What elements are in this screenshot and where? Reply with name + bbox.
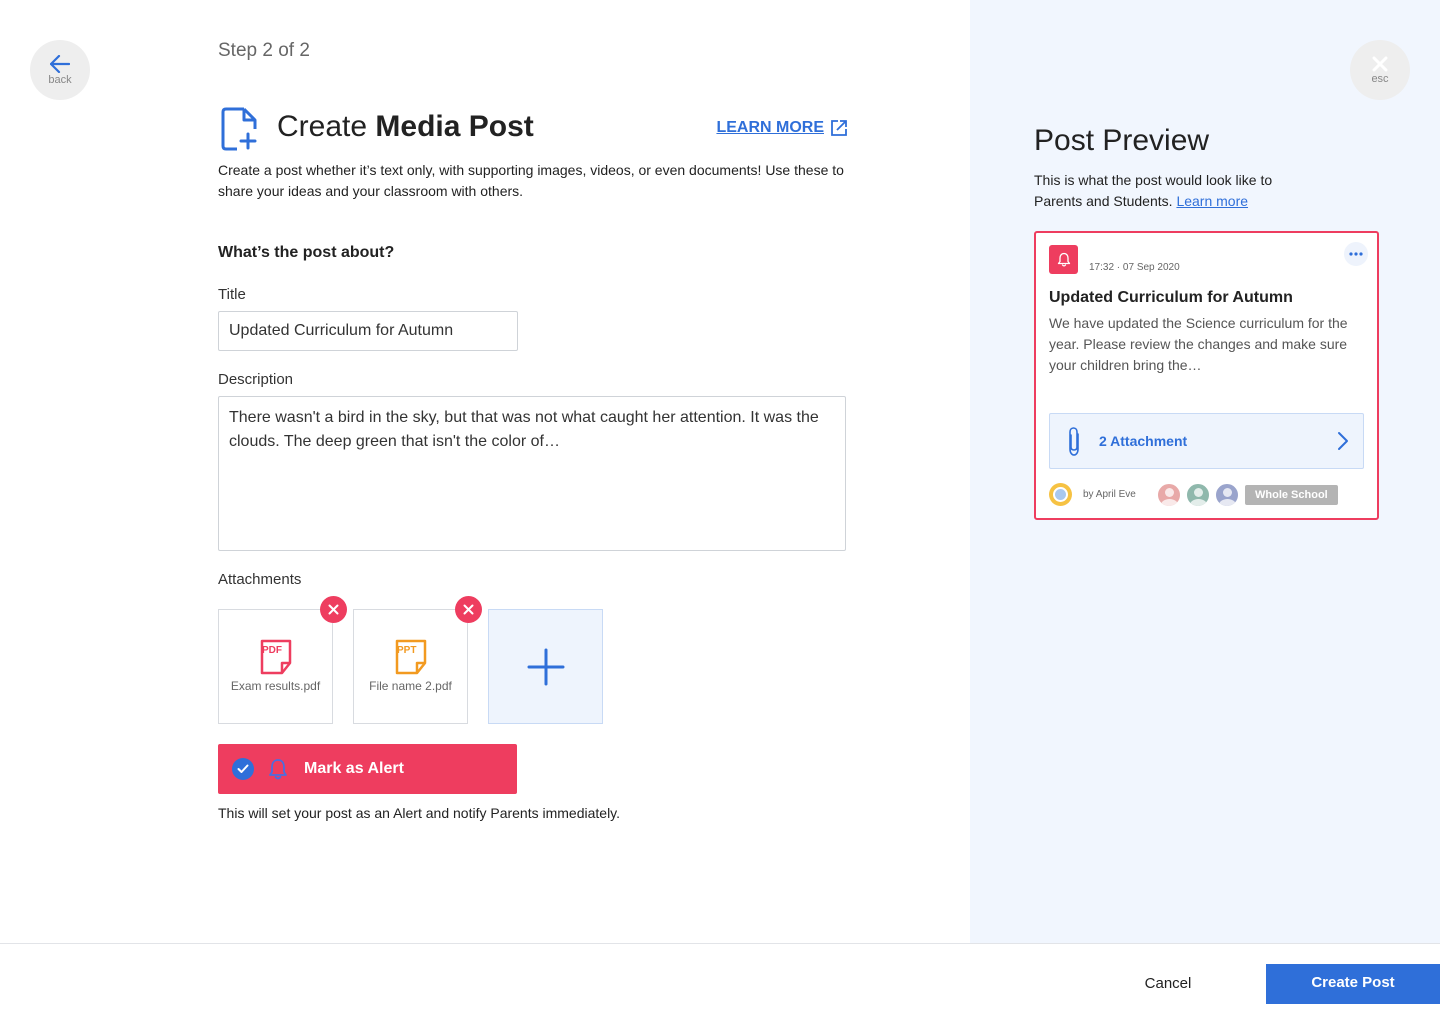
more-options-button[interactable] xyxy=(1344,242,1368,266)
post-title: Updated Curriculum for Autumn xyxy=(1049,289,1293,306)
new-document-icon xyxy=(221,107,257,151)
bell-icon xyxy=(1057,252,1070,267)
avatar xyxy=(1215,483,1239,507)
step-indicator: Step 2 of 2 xyxy=(218,40,310,61)
attachment-name: File name 2.pdf xyxy=(369,679,452,693)
pdf-file-icon: PDF xyxy=(260,639,292,675)
page-title: Create Media Post xyxy=(277,110,534,143)
description-label: Description xyxy=(218,371,294,388)
footer-bar xyxy=(0,943,1440,1024)
attachments-count: 2 Attachments xyxy=(1099,433,1187,449)
attachment-name: Exam results.pdf xyxy=(230,679,321,693)
alert-note: This will set your post as an Alert and … xyxy=(218,805,621,821)
esc-label: esc xyxy=(1371,72,1389,85)
learn-more-link[interactable]: LEARN MORE xyxy=(716,119,848,137)
avatar xyxy=(1186,483,1210,507)
cancel-button[interactable]: Cancel xyxy=(1118,964,1218,1004)
chevron-right-icon xyxy=(1338,432,1348,450)
preview-subtitle: This is what the post would look like to… xyxy=(1034,170,1314,212)
title-label: Title xyxy=(218,286,246,303)
external-link-icon xyxy=(831,120,847,136)
add-attachment-button[interactable] xyxy=(488,609,603,724)
svg-text:PPT: PPT xyxy=(397,645,416,656)
attachments-label: Attachments xyxy=(218,571,302,588)
preview-learn-more-link[interactable]: Learn more xyxy=(1176,193,1248,209)
paperclip-icon xyxy=(1069,427,1079,456)
post-preview-card: 17:32 · 07 Sep 2020 Updated Curriculum f… xyxy=(1034,231,1379,520)
avatar xyxy=(1157,483,1181,507)
back-button[interactable]: back xyxy=(30,40,90,100)
post-body: We have updated the Science curriculum f… xyxy=(1049,315,1348,373)
attachment-tile[interactable]: PPT File name 2.pdf xyxy=(353,609,468,724)
close-icon xyxy=(463,604,474,615)
create-post-button[interactable]: Create Post xyxy=(1266,964,1440,1004)
form-panel: back Step 2 of 2 Create Media Post LEARN… xyxy=(0,0,970,943)
ppt-file-icon: PPT xyxy=(395,639,427,675)
intro-text: Create a post whether it’s text only, wi… xyxy=(218,162,844,199)
learn-more-label: LEARN MORE xyxy=(716,119,824,136)
author-name: by April Eve xyxy=(1083,489,1136,500)
more-horizontal-icon xyxy=(1349,252,1363,256)
attachment-tile[interactable]: PDF Exam results.pdf xyxy=(218,609,333,724)
plus-icon xyxy=(527,648,564,685)
author-avatar xyxy=(1049,483,1072,506)
svg-text:PDF: PDF xyxy=(262,645,282,656)
page-header: Create Media Post LEARN MORE xyxy=(218,105,848,151)
close-icon xyxy=(328,604,339,615)
close-icon xyxy=(1372,56,1388,71)
preview-panel: esc Post Preview This is what the post w… xyxy=(970,0,1440,943)
mark-as-alert-toggle[interactable]: Mark as Alert xyxy=(218,744,517,794)
remove-attachment-button[interactable] xyxy=(320,596,347,623)
arrow-left-icon xyxy=(50,54,70,73)
back-label: back xyxy=(48,73,72,86)
title-input[interactable]: Updated Curriculum for Autumn xyxy=(218,311,518,351)
remove-attachment-button[interactable] xyxy=(455,596,482,623)
preview-title: Post Preview xyxy=(1034,124,1210,157)
checkbox-checked-icon xyxy=(232,758,254,780)
section-heading: What’s the post about? xyxy=(218,244,395,261)
description-textarea[interactable]: There wasn't a bird in the sky, but that… xyxy=(218,396,846,551)
bell-icon xyxy=(269,759,287,780)
alert-badge xyxy=(1049,245,1078,274)
audience-badge: Whole School xyxy=(1245,485,1338,505)
post-attachments-button[interactable]: 2 Attachments xyxy=(1049,413,1364,469)
alert-label: Mark as Alert xyxy=(304,760,404,777)
close-button[interactable]: esc xyxy=(1350,40,1410,100)
post-timestamp: 17:32 · 07 Sep 2020 xyxy=(1089,262,1180,273)
post-footer: by April Eve Whole School xyxy=(1049,483,1369,507)
